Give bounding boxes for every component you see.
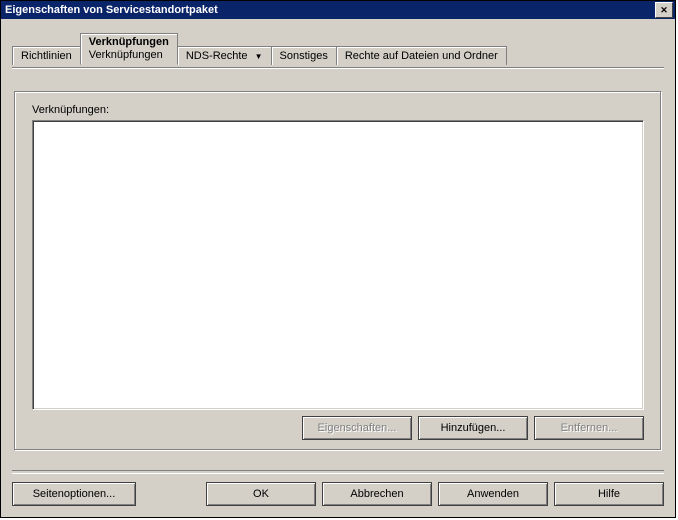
- button-label: Anwenden: [467, 488, 519, 500]
- tab-nds-rechte[interactable]: NDS-Rechte ▼: [177, 46, 272, 65]
- title-bar: Eigenschaften von Servicestandortpaket ✕: [1, 1, 675, 19]
- tab-label: Verknüpfungen: [89, 36, 169, 48]
- tab-label: NDS-Rechte: [186, 50, 248, 62]
- remove-button[interactable]: Entfernen...: [534, 416, 644, 440]
- apply-button[interactable]: Anwenden: [438, 482, 548, 506]
- window-title: Eigenschaften von Servicestandortpaket: [5, 4, 218, 16]
- tab-verknuepfungen[interactable]: Verknüpfungen Verknüpfungen: [80, 33, 178, 65]
- page-options-button[interactable]: Seitenoptionen...: [12, 482, 136, 506]
- button-label: Hinzufügen...: [441, 422, 506, 434]
- associations-listbox[interactable]: [32, 120, 644, 410]
- help-button[interactable]: Hilfe: [554, 482, 664, 506]
- button-label: Seitenoptionen...: [33, 488, 116, 500]
- tab-label: Rechte auf Dateien und Ordner: [345, 50, 498, 62]
- tab-sublabel: Verknüpfungen: [89, 49, 169, 61]
- add-button[interactable]: Hinzufügen...: [418, 416, 528, 440]
- tab-rechte-dateien[interactable]: Rechte auf Dateien und Ordner: [336, 46, 507, 65]
- button-label: Hilfe: [598, 488, 620, 500]
- button-label: Abbrechen: [350, 488, 403, 500]
- dialog-window: Eigenschaften von Servicestandortpaket ✕…: [0, 0, 676, 518]
- tab-sonstiges[interactable]: Sonstiges: [271, 46, 337, 65]
- cancel-button[interactable]: Abbrechen: [322, 482, 432, 506]
- tab-underline-light: [12, 68, 664, 69]
- bottom-divider: [12, 470, 664, 474]
- tab-label: Richtlinien: [21, 50, 72, 62]
- tab-strip: Richtlinien Verknüpfungen Verknüpfungen …: [12, 33, 507, 65]
- list-buttons-row: Eigenschaften... Hinzufügen... Entfernen…: [302, 416, 644, 440]
- close-button[interactable]: ✕: [655, 2, 673, 18]
- properties-button[interactable]: Eigenschaften...: [302, 416, 412, 440]
- dropdown-icon: ▼: [255, 52, 263, 61]
- ok-button[interactable]: OK: [206, 482, 316, 506]
- button-label: Eigenschaften...: [318, 422, 397, 434]
- list-caption: Verknüpfungen:: [32, 104, 109, 116]
- button-label: Entfernen...: [561, 422, 618, 434]
- close-icon: ✕: [660, 6, 668, 15]
- client-area: Richtlinien Verknüpfungen Verknüpfungen …: [2, 19, 674, 516]
- button-label: OK: [253, 488, 269, 500]
- tab-richtlinien[interactable]: Richtlinien: [12, 46, 81, 65]
- dialog-buttons: OK Abbrechen Anwenden Hilfe: [206, 482, 664, 506]
- bottom-button-bar: Seitenoptionen... OK Abbrechen Anwenden …: [12, 482, 664, 506]
- tab-label: Sonstiges: [280, 50, 328, 62]
